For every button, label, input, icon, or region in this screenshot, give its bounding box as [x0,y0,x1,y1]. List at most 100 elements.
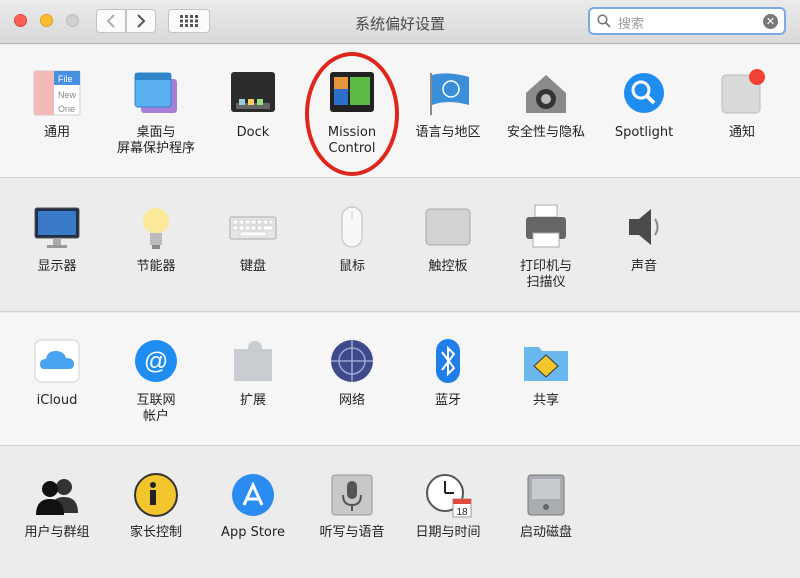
pref-sound[interactable]: 声音 [598,179,690,309]
minimize-button[interactable] [40,14,53,27]
pref-dictation-speech[interactable]: 听写与语音 [306,447,398,577]
show-all-button[interactable] [168,9,210,33]
pref-label: 听写与语音 [319,525,385,540]
search-field[interactable]: 搜索 ✕ [588,7,786,35]
pref-label: 桌面与 屏幕保护程序 [116,125,195,156]
pref-label: 家长控制 [129,525,182,540]
spotlight-icon [624,73,664,113]
svg-text:18: 18 [456,507,468,518]
mouse-icon [341,206,363,248]
pref-label: 安全性与隐私 [506,125,585,140]
svg-text:File: File [58,74,73,84]
pref-security-privacy[interactable]: 安全性与隐私 [500,45,592,175]
mission-control-icon [330,72,374,112]
zoom-button[interactable] [66,14,79,27]
trackpad-icon [425,208,471,246]
pref-label: Dock [236,125,270,140]
icloud-icon [34,339,80,383]
date-time-icon: 18 [426,474,472,518]
pref-label: 蓝牙 [434,393,461,408]
chevron-left-icon [106,14,115,28]
pref-spotlight[interactable]: Spotlight [598,45,690,175]
dictation-speech-icon [331,474,373,516]
pref-general[interactable]: File New One 通用 [11,45,103,175]
pref-dock[interactable]: Dock [207,45,299,175]
app-store-icon [232,474,274,516]
pref-parental-controls[interactable]: 家长控制 [110,447,202,577]
pref-startup-disk[interactable]: 启动磁盘 [500,447,592,577]
language-region-icon [430,73,469,115]
pref-bluetooth[interactable]: 蓝牙 [402,313,494,443]
parental-controls-icon [134,473,178,517]
clear-search-icon[interactable]: ✕ [763,14,778,29]
pref-desktop-screensaver[interactable]: 桌面与 屏幕保护程序 [110,45,202,175]
back-button[interactable] [96,9,126,33]
pref-label: App Store [221,525,285,540]
energy-saver-icon [143,208,169,249]
chevron-right-icon [137,14,146,28]
window-title: 系统偏好设置 [354,15,445,33]
pref-mouse[interactable]: 鼠标 [306,179,398,309]
general-icon: File New One [33,70,81,116]
pref-label: 用户与群组 [24,525,90,540]
network-icon [331,340,373,382]
sharing-icon [524,347,568,381]
users-groups-icon [36,479,78,515]
svg-text:@: @ [144,348,168,375]
forward-button[interactable] [126,9,156,33]
pref-label: 键盘 [239,259,266,274]
pref-app-store[interactable]: App Store [207,447,299,577]
search-placeholder: 搜索 [618,17,645,32]
pref-label: 互联网 帐户 [136,393,176,424]
pref-language-region[interactable]: 语言与地区 [402,45,494,175]
pref-label: 节能器 [136,259,176,274]
pref-label: 通知 [728,125,755,140]
pref-label: 网络 [338,393,365,408]
search-icon [597,14,611,28]
section-personal: File New One 通用 桌面与 屏幕保护程序 Dock Mission … [0,45,800,178]
displays-icon [34,207,80,248]
notifications-icon [721,69,765,114]
pref-printers-scanners[interactable]: 打印机与 扫描仪 [500,179,592,309]
close-button[interactable] [14,14,27,27]
pref-label: Mission Control [327,125,377,156]
pref-mission-control[interactable]: Mission Control [306,45,398,175]
grid-icon [180,15,198,27]
svg-text:One: One [58,104,75,114]
pref-energy-saver[interactable]: 节能器 [110,179,202,309]
pref-label: 显示器 [37,259,77,274]
pref-label: 声音 [630,259,657,274]
svg-text:New: New [58,90,77,100]
pref-sharing[interactable]: 共享 [500,313,592,443]
pref-notifications[interactable]: 通知 [696,45,788,175]
pref-internet-accounts[interactable]: @ 互联网 帐户 [110,313,202,443]
security-privacy-icon [526,75,566,113]
section-hardware: 显示器 节能器 键盘 鼠标 触控板 打印机与 扫描仪 声音 [0,179,800,312]
pref-label: 打印机与 扫描仪 [519,259,572,290]
section-system: 用户与群组 家长控制 App Store 听写与语音 18 日期与时间 启动磁盘 [0,447,800,578]
internet-accounts-icon: @ [135,340,177,382]
bluetooth-icon [436,339,460,383]
pref-icloud[interactable]: iCloud [11,313,103,443]
pref-label: 共享 [532,393,559,408]
section-internet: iCloud @ 互联网 帐户 扩展 网络 蓝牙 共享 [0,313,800,446]
printers-scanners-icon [526,204,566,248]
title-bar: 系统偏好设置 搜索 ✕ [0,0,800,44]
pref-label: 启动磁盘 [519,525,572,540]
pref-label: 扩展 [239,393,266,408]
pref-keyboard[interactable]: 键盘 [207,179,299,309]
pref-users-groups[interactable]: 用户与群组 [11,447,103,577]
pref-extensions[interactable]: 扩展 [207,313,299,443]
pref-label: iCloud [36,393,78,408]
pref-date-time[interactable]: 18 日期与时间 [402,447,494,577]
extensions-icon [234,341,272,381]
pref-label: 鼠标 [338,259,365,274]
pref-displays[interactable]: 显示器 [11,179,103,309]
pref-label: Spotlight [614,125,674,140]
dock-icon [231,72,275,112]
pref-label: 触控板 [428,259,468,274]
pref-label: 日期与时间 [415,525,481,540]
pref-network[interactable]: 网络 [306,313,398,443]
pref-trackpad[interactable]: 触控板 [402,179,494,309]
keyboard-icon [229,216,277,240]
